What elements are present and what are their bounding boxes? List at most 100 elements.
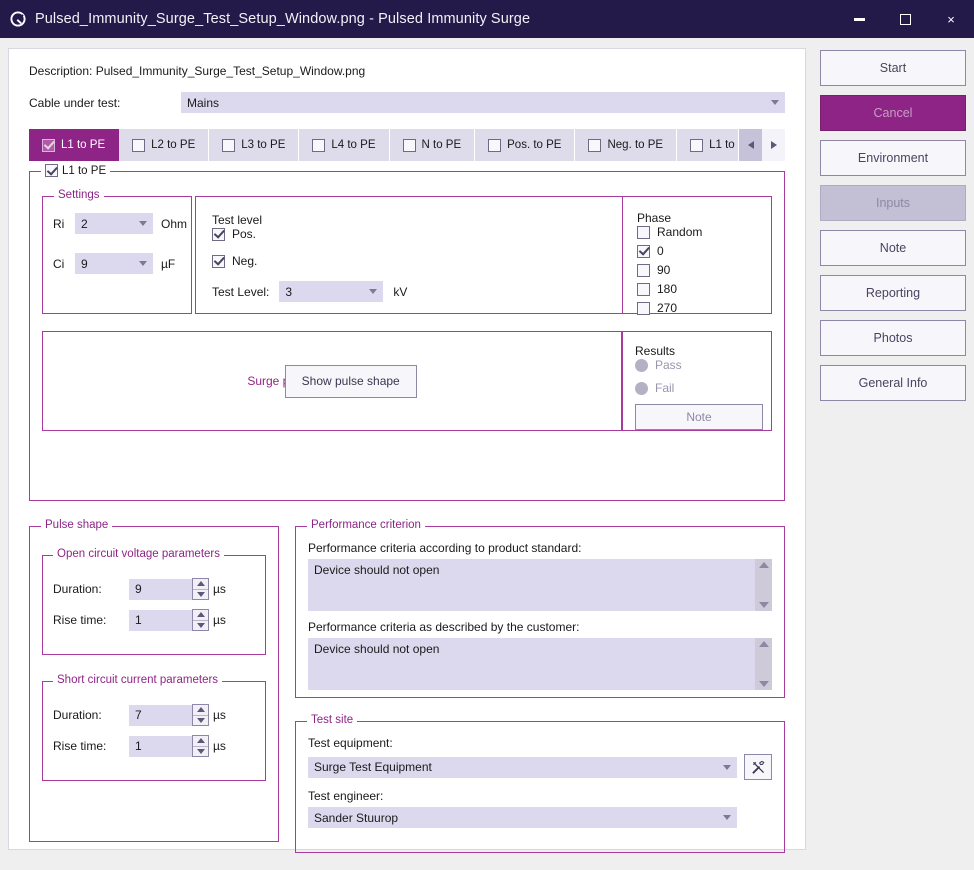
pulse-shape-legend: Pulse shape [41,519,113,531]
tab-checkbox[interactable] [312,138,326,152]
tab-l3-to-pe[interactable]: L3 to PE [209,129,300,161]
neg-label: Neg. [232,254,258,268]
tab-n-to-pe[interactable]: N to PE [389,129,476,161]
tab-checkbox[interactable] [488,138,502,152]
test-equipment-select[interactable]: Surge Test Equipment [308,756,737,778]
results-note-button[interactable]: Note [635,404,763,430]
pass-label: Pass [655,358,682,372]
open-circuit-voltage-group: Open circuit voltage parameters Duration… [42,548,266,655]
tab-checkbox[interactable] [690,138,704,152]
tab-checkbox[interactable] [132,138,146,152]
bottom-section: Pulse shape Open circuit voltage paramet… [29,515,785,853]
caret-down-icon [196,622,205,628]
ri-unit: Ohm [161,216,188,231]
scroll-up-icon[interactable] [758,562,769,568]
phase-checkbox[interactable] [637,225,650,239]
open-duration-input[interactable]: 9 [129,578,193,600]
stepper-up-button[interactable] [193,736,208,747]
start-button[interactable]: Start [820,50,966,86]
test-level-group: Test level Pos. Neg. Test Level: 3 kV [195,196,622,314]
cancel-button[interactable]: Cancel [820,95,966,131]
short-duration-input[interactable]: 7 [129,704,193,726]
textarea-scrollbar[interactable] [755,559,772,611]
scroll-up-icon[interactable] [758,641,769,647]
settings-legend: Settings [54,189,104,201]
tab-l1-to-l[interactable]: L1 to L [677,129,740,161]
neg-checkbox[interactable] [212,254,225,268]
tab-checkbox[interactable] [402,138,416,152]
scroll-down-icon[interactable] [758,681,769,687]
short-risetime-input[interactable]: 1 [129,735,193,757]
window-titlebar: Pulsed_Immunity_Surge_Test_Setup_Window.… [0,0,974,38]
test-engineer-select[interactable]: Sander Stuurop [308,807,737,828]
short-circuit-legend: Short circuit current parameters [53,674,223,686]
minimize-button[interactable] [836,0,882,38]
stepper-down-button[interactable] [193,747,208,757]
stepper-down-button[interactable] [193,590,208,600]
environment-button[interactable]: Environment [820,140,966,176]
maximize-button[interactable] [882,0,928,38]
pass-radio[interactable] [635,358,648,372]
cable-under-test-select[interactable]: Mains [181,92,785,113]
open-risetime-stepper[interactable] [192,609,209,631]
phase-checkbox[interactable] [637,263,650,277]
close-button[interactable]: × [928,0,974,38]
short-risetime-stepper[interactable] [192,735,209,757]
open-duration-label: Duration: [53,582,102,596]
performance-standard-textarea[interactable]: Device should not open [308,559,772,611]
ri-select[interactable]: 2 [75,213,153,234]
stepper-down-button[interactable] [193,621,208,631]
performance-customer-value: Device should not open [314,642,440,656]
open-duration-stepper[interactable] [192,578,209,600]
tab-l1-to-pe[interactable]: L1 to PE [29,129,120,161]
tab-checkbox[interactable] [588,138,602,152]
phase-option-180: 180 [637,282,771,296]
phase-checkbox[interactable] [637,244,650,258]
general-info-button[interactable]: General Info [820,365,966,401]
tab-scroll-left-button[interactable] [739,129,763,161]
stepper-up-button[interactable] [193,579,208,590]
test-equipment-settings-button[interactable] [744,754,772,780]
caret-up-icon [196,707,205,713]
phase-checkbox[interactable] [637,282,650,296]
ci-select[interactable]: 9 [75,253,153,274]
photos-button[interactable]: Photos [820,320,966,356]
tab-checkbox[interactable] [42,138,55,152]
tab-l4-to-pe[interactable]: L4 to PE [299,129,390,161]
tab-label: Pos. to PE [507,139,562,151]
test-point-tabs: L1 to PE L2 to PE L3 to PE L4 to PE N to… [29,129,791,161]
surge-picture-group: Surge picture Show pulse shape [42,331,622,431]
pos-label: Pos. [232,227,257,241]
open-risetime-unit: µs [213,613,226,627]
ci-row: Ci 9 µF [53,253,191,274]
performance-customer-textarea[interactable]: Device should not open [308,638,772,690]
inputs-button[interactable]: Inputs [820,185,966,221]
short-duration-value: 7 [135,708,142,722]
tab-pos-to-pe[interactable]: Pos. to PE [475,129,576,161]
reporting-button[interactable]: Reporting [820,275,966,311]
tab-label: L1 to L [709,139,738,151]
test-engineer-value: Sander Stuurop [314,810,399,825]
tab-neg-to-pe[interactable]: Neg. to PE [575,129,678,161]
stepper-down-button[interactable] [193,716,208,726]
open-risetime-label: Rise time: [53,613,107,627]
caret-down-icon [196,717,205,723]
tab-l2-to-pe[interactable]: L2 to PE [119,129,210,161]
caret-up-icon [196,581,205,587]
textarea-scrollbar[interactable] [755,638,772,690]
short-duration-stepper[interactable] [192,704,209,726]
stepper-up-button[interactable] [193,705,208,716]
tab-scroll-right-button[interactable] [762,129,785,161]
l1-to-pe-enable-checkbox[interactable] [45,164,58,177]
scroll-down-icon[interactable] [758,602,769,608]
tab-checkbox[interactable] [222,138,236,152]
phase-checkbox[interactable] [637,301,650,315]
show-pulse-shape-button[interactable]: Show pulse shape [284,364,417,398]
pos-checkbox[interactable] [212,227,225,241]
open-risetime-input[interactable]: 1 [129,609,193,631]
phase-label: Random [657,225,703,239]
test-level-select[interactable]: 3 [279,281,384,302]
fail-radio[interactable] [635,381,648,395]
note-button[interactable]: Note [820,230,966,266]
stepper-up-button[interactable] [193,610,208,621]
